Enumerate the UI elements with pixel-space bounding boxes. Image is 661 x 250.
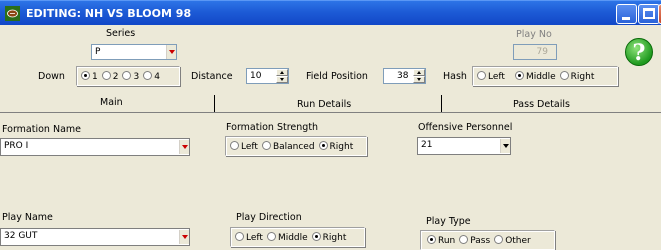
radio[interactable] (266, 232, 276, 241)
play-type-pass[interactable]: Pass (459, 235, 490, 246)
play-direction-right[interactable]: Right (311, 232, 346, 243)
play-direction-radio-group: Left Middle Right (230, 227, 365, 247)
distance-field[interactable]: 10 (246, 68, 289, 84)
radio[interactable] (459, 235, 469, 244)
radio-selected[interactable] (427, 235, 436, 244)
down-option-4[interactable]: 4 (143, 71, 160, 82)
play-direction-middle[interactable]: Middle (266, 232, 308, 243)
hash-option-left[interactable]: Left (477, 71, 505, 82)
play-name-value: 32 GUT (4, 231, 38, 241)
radio[interactable] (122, 71, 132, 80)
football-icon (5, 6, 20, 21)
radio[interactable] (235, 232, 244, 241)
hash-label: Hash (443, 71, 467, 82)
hash-radio-group: Left Middle Right (472, 66, 618, 86)
offensive-personnel-value: 21 (421, 140, 433, 150)
tab-pass-details[interactable]: Pass Details (513, 99, 570, 110)
window-title: EDITING: NH VS BLOOM 98 (26, 7, 192, 20)
down-label: Down (38, 71, 65, 82)
hash-option-middle[interactable]: Middle (514, 71, 556, 82)
hash-option-right[interactable]: Right (559, 71, 594, 82)
play-type-other[interactable]: Other (494, 235, 531, 246)
radio[interactable] (477, 71, 486, 80)
formation-strength-left[interactable]: Left (230, 141, 258, 152)
radio[interactable] (261, 141, 271, 150)
spin-down-icon[interactable] (276, 76, 288, 83)
formation-strength-right[interactable]: Right (318, 141, 353, 152)
play-name-label: Play Name (2, 212, 53, 223)
tab-run-details[interactable]: Run Details (297, 99, 351, 110)
down-option-2[interactable]: 2 (101, 71, 118, 82)
distance-value: 10 (250, 71, 262, 81)
spin-up-icon[interactable] (276, 69, 288, 76)
spin-down-icon[interactable] (413, 76, 425, 83)
help-icon[interactable]: ? (625, 38, 653, 66)
field-position-field[interactable]: 38 (383, 68, 426, 84)
radio[interactable] (494, 235, 504, 244)
formation-name-value: PRO I (4, 141, 29, 151)
series-label: Series (106, 28, 136, 39)
down-option-1[interactable]: 1 (81, 71, 98, 82)
tab-main[interactable]: Main (100, 97, 123, 108)
formation-name-label: Formation Name (2, 124, 81, 135)
chevron-down-icon[interactable] (500, 139, 510, 153)
formation-strength-radio-group: Left Balanced Right (225, 136, 367, 156)
play-type-run[interactable]: Run (427, 235, 455, 246)
radio-selected[interactable] (318, 141, 328, 150)
minimize-button[interactable] (616, 4, 637, 24)
series-dropdown[interactable]: P (91, 44, 177, 60)
radio[interactable] (559, 71, 569, 80)
formation-name-dropdown[interactable]: PRO I (0, 138, 190, 156)
chevron-down-icon[interactable] (166, 45, 176, 59)
play-no-label: Play No (516, 29, 552, 40)
play-direction-left[interactable]: Left (235, 232, 263, 243)
series-value: P (95, 47, 101, 57)
play-no-field: 79 (513, 44, 557, 60)
window-titlebar[interactable]: EDITING: NH VS BLOOM 98 (0, 0, 661, 25)
field-position-spinner[interactable] (413, 69, 425, 83)
play-type-label: Play Type (426, 216, 471, 227)
chevron-down-icon[interactable] (179, 140, 189, 154)
tab-divider (214, 95, 215, 112)
maximize-button[interactable] (638, 4, 660, 24)
down-option-3[interactable]: 3 (122, 71, 139, 82)
radio-selected[interactable] (81, 71, 90, 80)
distance-spinner[interactable] (276, 69, 288, 83)
radio-selected[interactable] (311, 232, 321, 241)
down-radio-group: 1234 (76, 66, 180, 86)
play-direction-label: Play Direction (236, 212, 302, 223)
field-position-label: Field Position (306, 71, 368, 82)
field-position-value: 38 (397, 71, 409, 81)
tab-divider (441, 95, 442, 112)
offensive-personnel-dropdown[interactable]: 21 (417, 137, 511, 155)
chevron-down-icon[interactable] (179, 230, 189, 244)
radio[interactable] (143, 71, 153, 80)
formation-strength-balanced[interactable]: Balanced (261, 141, 315, 152)
radio[interactable] (101, 71, 111, 80)
distance-label: Distance (191, 71, 233, 82)
offensive-personnel-label: Offensive Personnel (418, 122, 513, 133)
play-type-radio-group: Run Pass Other (420, 230, 555, 250)
formation-strength-label: Formation Strength (226, 122, 319, 133)
play-name-dropdown[interactable]: 32 GUT (0, 228, 190, 246)
radio-selected[interactable] (514, 71, 524, 80)
spin-up-icon[interactable] (413, 69, 425, 76)
radio[interactable] (230, 141, 239, 150)
